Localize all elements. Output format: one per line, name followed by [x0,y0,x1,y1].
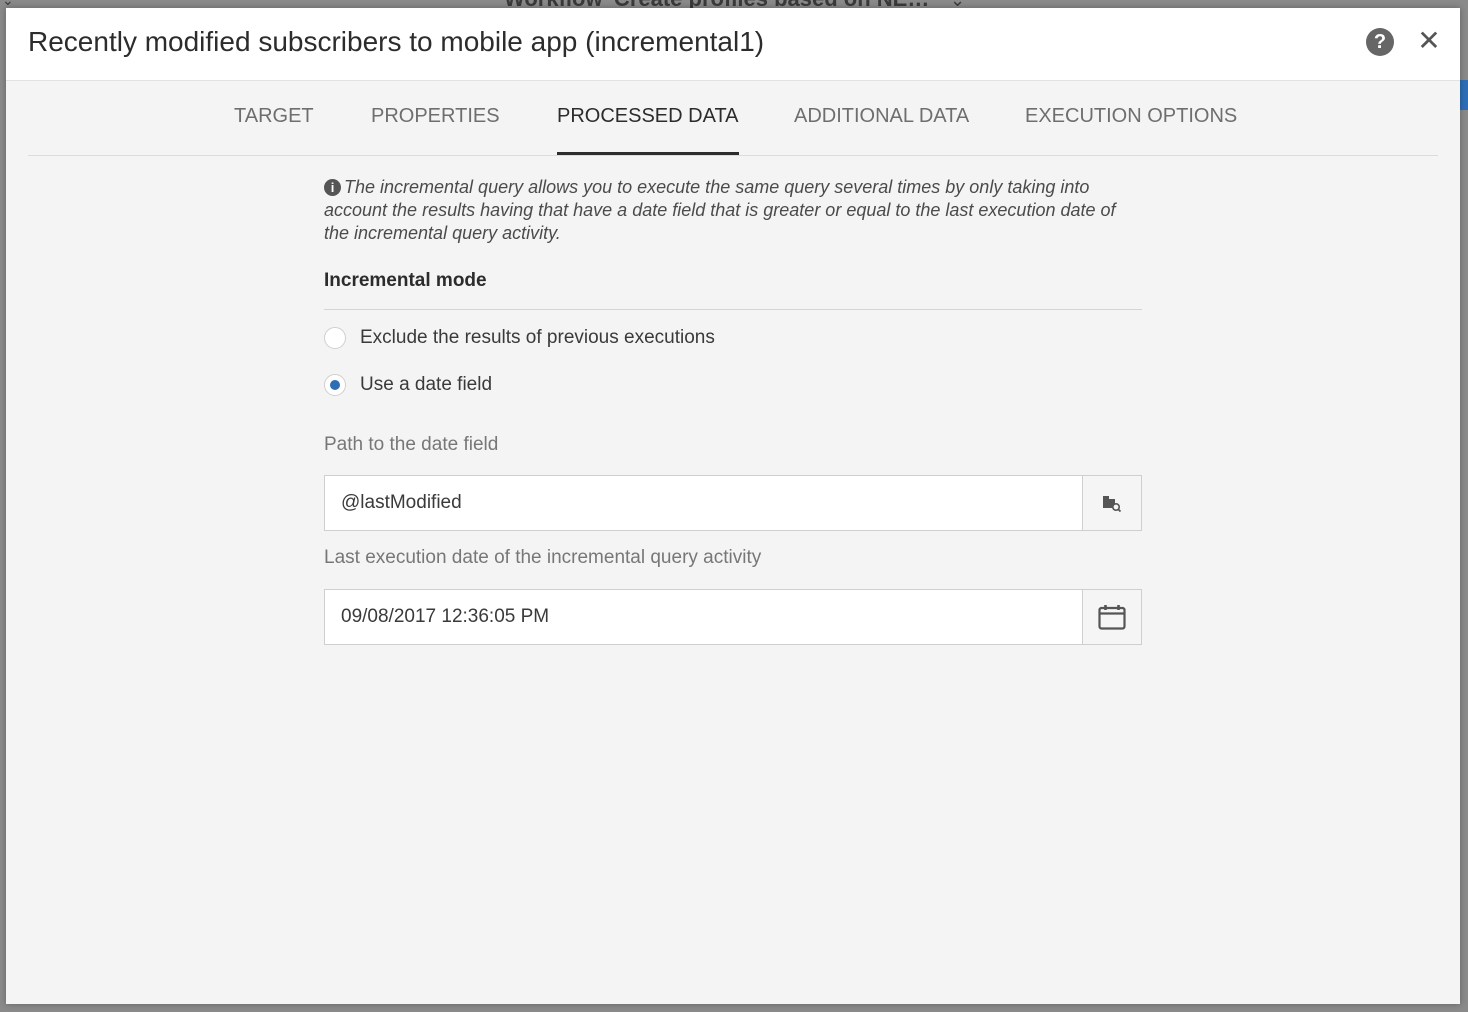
calendar-icon [1098,605,1126,630]
dialog-title: Recently modified subscribers to mobile … [28,26,765,57]
close-icon[interactable]: ✕ [1416,26,1442,56]
info-icon: i [324,179,341,196]
help-icon[interactable]: ? [1366,28,1394,56]
last-execution-label: Last execution date of the incremental q… [324,547,762,568]
date-path-label: Path to the date field [324,434,499,455]
tab-additional-data[interactable]: ADDITIONAL DATA [794,80,969,153]
processed-data-panel: i The incremental query allows you to exe… [324,176,1142,645]
schema-browse-icon [1103,496,1122,512]
last-execution-field [324,589,1142,645]
calendar-button[interactable] [1082,590,1141,644]
tab-processed-data[interactable]: PROCESSED DATA [557,80,739,155]
tab-execution-options[interactable]: EXECUTION OPTIONS [1025,80,1237,153]
radio-use-date-field[interactable]: Use a date field [324,372,492,398]
info-message: i The incremental query allows you to exe… [324,176,1142,245]
date-path-field [324,475,1142,531]
activity-dialog: Recently modified subscribers to mobile … [6,8,1460,1004]
radio-button-selected[interactable] [324,374,346,396]
tab-properties[interactable]: PROPERTIES [371,80,500,153]
last-execution-input[interactable] [325,590,1082,644]
radio-exclude-previous[interactable]: Exclude the results of previous executio… [324,325,715,351]
radio-button[interactable] [324,327,346,349]
radio-label: Use a date field [360,374,493,395]
section-divider [324,309,1142,310]
tab-bar: TARGET PROPERTIES PROCESSED DATA ADDITIO… [28,80,1438,156]
incremental-mode-heading: Incremental mode [324,270,487,291]
info-message-text: The incremental query allows you to exec… [324,177,1116,243]
dialog-header: Recently modified subscribers to mobile … [6,8,1460,81]
background-accent-strip [1460,80,1468,110]
date-path-input[interactable] [325,476,1082,530]
schema-browse-button[interactable] [1082,476,1141,530]
radio-label: Exclude the results of previous executio… [360,327,715,348]
tab-target[interactable]: TARGET [234,80,314,153]
